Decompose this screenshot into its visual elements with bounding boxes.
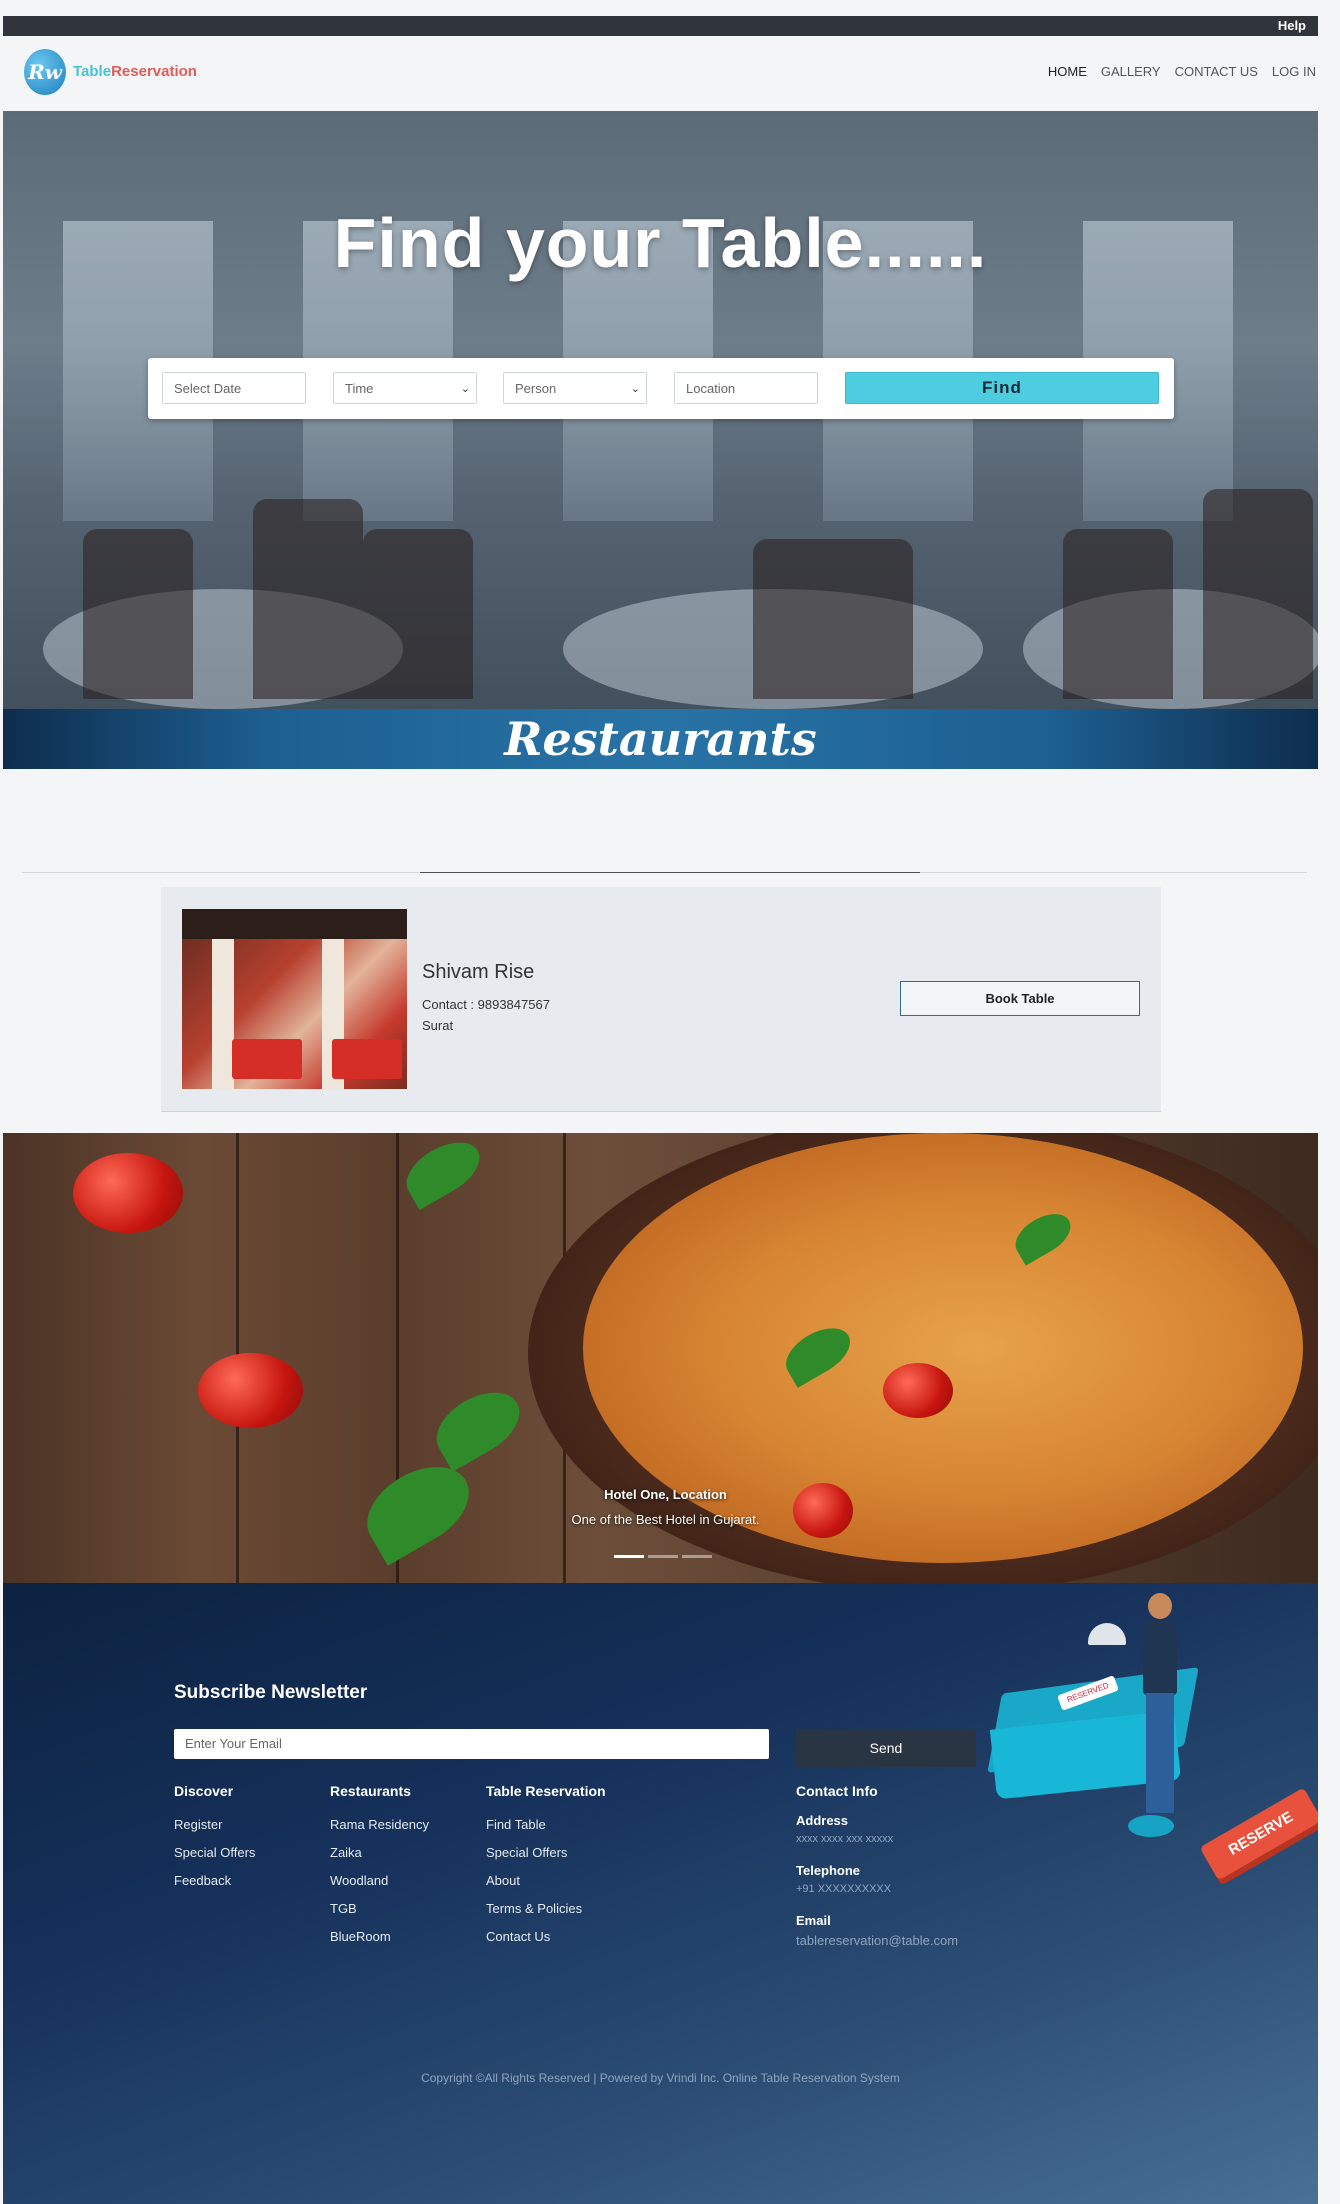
parsley-decoration [352, 1450, 484, 1566]
date-input[interactable]: Select Date [162, 372, 306, 404]
footer-link-zaika[interactable]: Zaika [330, 1845, 429, 1860]
nav-contact-us[interactable]: CONTACT US [1175, 64, 1258, 79]
find-button[interactable]: Find [845, 372, 1159, 404]
footer-col-contact-info: Contact Info Address xxxx xxxx xxx xxxxx… [796, 1783, 958, 1948]
address-value: xxxx xxxx xxx xxxxx [796, 1833, 894, 1845]
parsley-decoration [425, 1379, 531, 1472]
main-nav: HOME GALLERY CONTACT US LOG IN [1048, 64, 1316, 79]
restaurant-contact: Contact : 9893847567 [422, 997, 550, 1012]
help-link[interactable]: Help [1278, 18, 1306, 33]
cloche-icon [1088, 1623, 1126, 1645]
restaurant-image-ceiling [182, 909, 407, 939]
chevron-down-icon: ⌄ [460, 383, 470, 395]
footer-link-terms[interactable]: Terms & Policies [486, 1901, 606, 1916]
illustration-chair [1128, 1815, 1174, 1837]
footer-link-about[interactable]: About [486, 1873, 606, 1888]
chevron-down-icon: ⌄ [630, 383, 640, 395]
restaurants-heading: Restaurants [3, 709, 1318, 769]
newsletter-title: Subscribe Newsletter [174, 1682, 368, 1703]
restaurant-name: Shivam Rise [422, 961, 535, 983]
email-value[interactable]: tablereservation@table.com [796, 1933, 958, 1948]
person-select-value: Person [515, 381, 557, 396]
time-select-value: Time [345, 381, 374, 396]
footer-col-title: Restaurants [330, 1783, 411, 1799]
tomato-decoration [198, 1353, 303, 1428]
hero-bg-chair [83, 529, 193, 699]
footer-link-special-offers[interactable]: Special Offers [174, 1845, 255, 1860]
footer-col-discover: Discover Register Special Offers Feedbac… [174, 1783, 255, 1901]
footer-link-woodland[interactable]: Woodland [330, 1873, 429, 1888]
footer-link-contact-us[interactable]: Contact Us [486, 1929, 606, 1944]
footer-col-table-reservation: Table Reservation Find Table Special Off… [486, 1783, 606, 1957]
waiter-head [1148, 1593, 1172, 1619]
nav-log-in[interactable]: LOG IN [1272, 64, 1316, 79]
newsletter-email-input[interactable]: Enter Your Email [174, 1729, 769, 1759]
telephone-value: +91 XXXXXXXXXX [796, 1883, 892, 1895]
footer-link-blueroom[interactable]: BlueRoom [330, 1929, 429, 1944]
telephone-label: Telephone [796, 1863, 861, 1878]
tomato-decoration [883, 1363, 953, 1418]
waiter-legs [1146, 1693, 1174, 1813]
section-divider-accent [420, 872, 920, 873]
footer-link-rama-residency[interactable]: Rama Residency [330, 1817, 429, 1832]
tomato-decoration [73, 1153, 183, 1233]
site-header: Rw TableReservation HOME GALLERY CONTACT… [0, 36, 1340, 111]
restaurant-image[interactable] [182, 909, 407, 1089]
hero-title: Find your Table...... [333, 204, 988, 282]
restaurant-city: Surat [422, 1018, 454, 1033]
hero-bg-chair [253, 499, 363, 699]
slide-caption-subtitle: One of the Best Hotel in Gujarat. [571, 1512, 760, 1527]
footer-col-title: Table Reservation [486, 1783, 606, 1799]
nav-home[interactable]: HOME [1048, 64, 1087, 79]
image-slider[interactable]: Hotel One, Location One of the Best Hote… [3, 1133, 1318, 1583]
hero-bg-chair [1203, 489, 1313, 699]
time-select[interactable]: Time ⌄ [333, 372, 477, 404]
search-form: Select Date Time ⌄ Person ⌄ Location Fin… [148, 358, 1174, 419]
reserve-sign: RESERVE [1199, 1787, 1318, 1881]
hero-bg-chair [363, 529, 473, 699]
nav-gallery[interactable]: GALLERY [1101, 64, 1161, 79]
logo-badge[interactable]: Rw [24, 49, 66, 95]
address-label: Address [796, 1813, 849, 1828]
footer-link-feedback[interactable]: Feedback [174, 1873, 255, 1888]
restaurant-image-booth [232, 1039, 302, 1079]
footer-link-register[interactable]: Register [174, 1817, 255, 1832]
waiter-body [1143, 1620, 1177, 1695]
restaurant-image-booth [332, 1039, 402, 1079]
book-table-button[interactable]: Book Table [900, 981, 1140, 1016]
footer-col-title: Discover [174, 1783, 234, 1799]
logo-text-part2: Reservation [111, 63, 197, 80]
email-label: Email [796, 1913, 831, 1928]
parsley-decoration [397, 1133, 489, 1210]
site-footer: Subscribe Newsletter Enter Your Email Se… [3, 1583, 1318, 2204]
slider-indicator[interactable] [648, 1555, 678, 1558]
slide-caption-title: Hotel One, Location [604, 1487, 727, 1502]
slider-indicator[interactable] [614, 1555, 644, 1558]
footer-col-title: Contact Info [796, 1783, 878, 1799]
restaurant-card: Shivam Rise Contact : 9893847567 Surat B… [161, 887, 1161, 1112]
slider-indicators [614, 1555, 712, 1558]
footer-link-special-offers[interactable]: Special Offers [486, 1845, 606, 1860]
copyright-text: Copyright ©All Rights Reserved | Powered… [421, 2071, 900, 2085]
logo-text[interactable]: TableReservation [73, 63, 197, 80]
reservation-illustration: RESERVED RESERVE [987, 1585, 1318, 1915]
logo-text-part1: Table [73, 63, 112, 80]
footer-col-restaurants: Restaurants Rama Residency Zaika Woodlan… [330, 1783, 429, 1957]
person-select[interactable]: Person ⌄ [503, 372, 647, 404]
location-input[interactable]: Location [674, 372, 818, 404]
send-button[interactable]: Send [796, 1729, 976, 1767]
restaurant-image-pillar [212, 939, 234, 1089]
top-bar: Help [3, 16, 1318, 36]
hero-bg-chair [753, 539, 913, 699]
footer-link-tgb[interactable]: TGB [330, 1901, 429, 1916]
slider-indicator[interactable] [682, 1555, 712, 1558]
hero-section: Find your Table...... Select Date Time ⌄… [3, 111, 1318, 769]
hero-bg-chair [1063, 529, 1173, 699]
footer-link-find-table[interactable]: Find Table [486, 1817, 606, 1832]
